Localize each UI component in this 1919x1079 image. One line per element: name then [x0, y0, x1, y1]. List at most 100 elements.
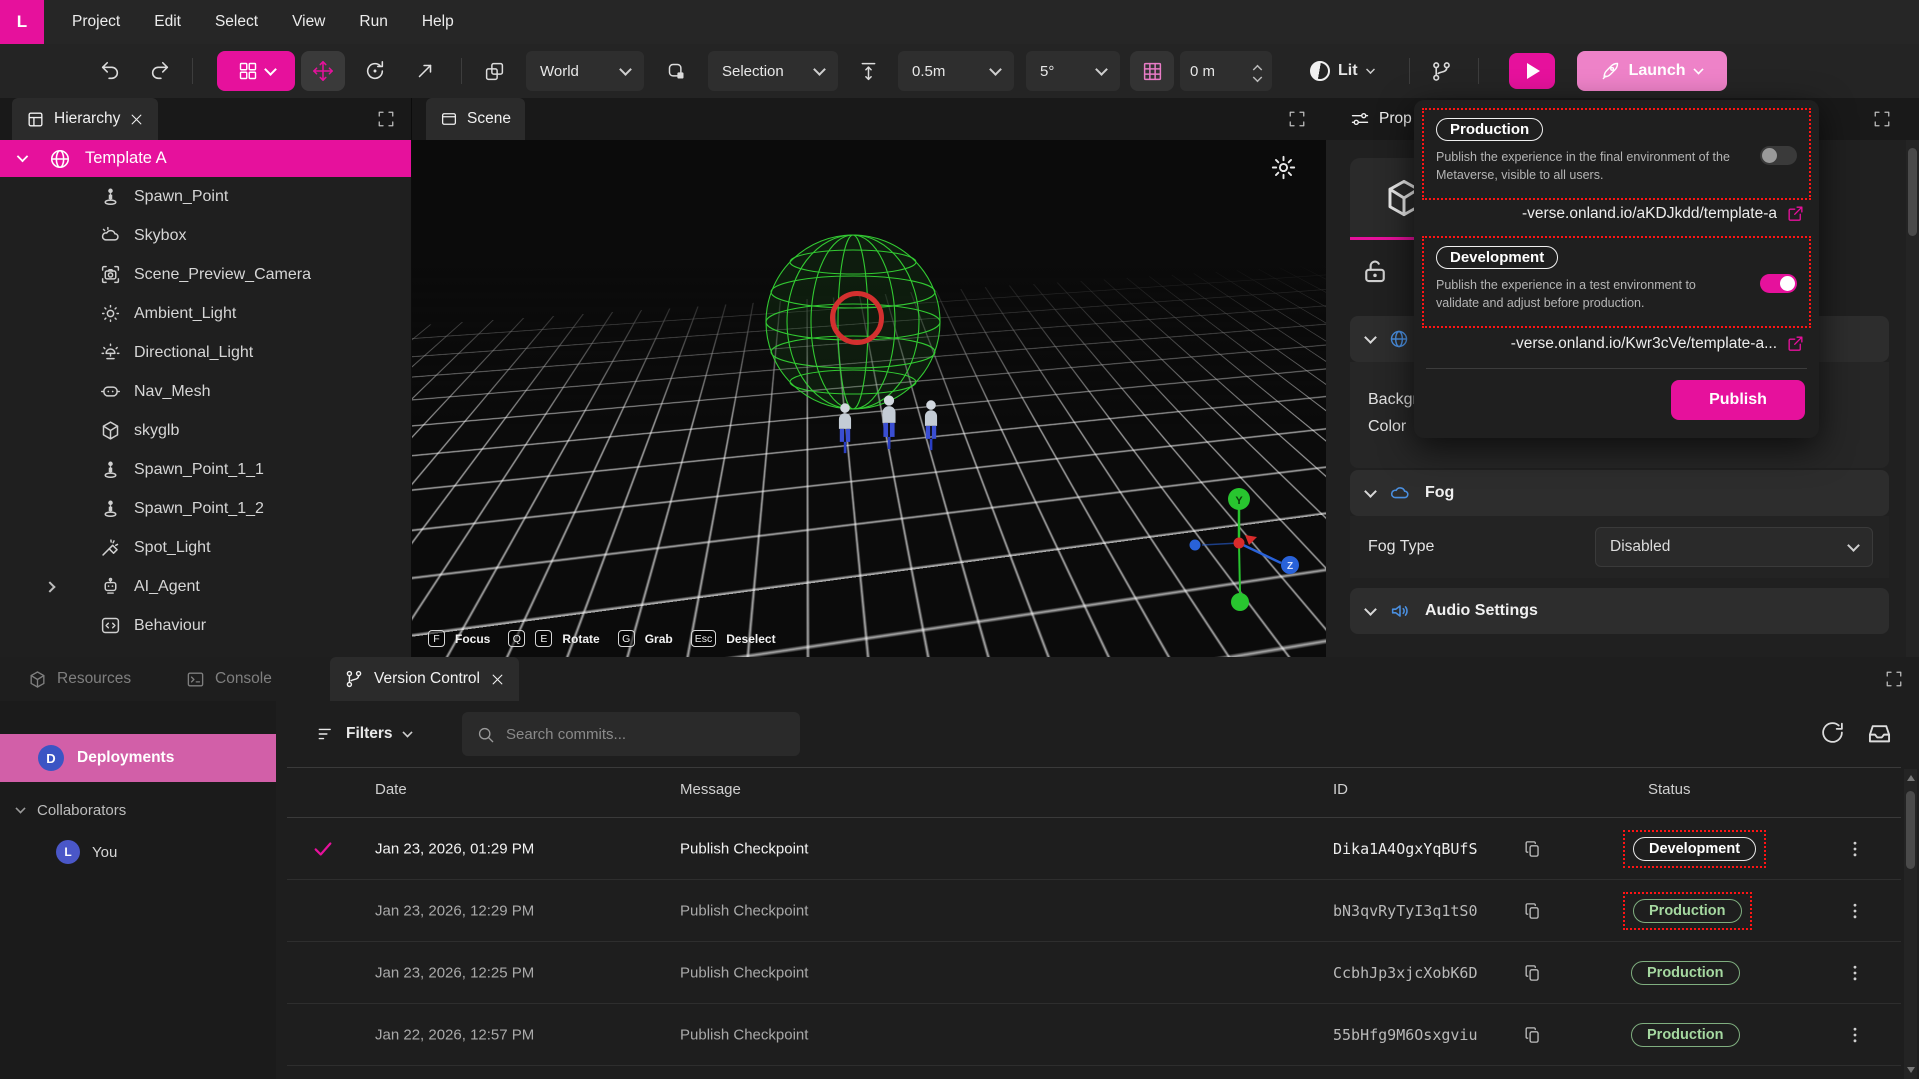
rotation-snap-dropdown[interactable]: 5°: [1026, 51, 1120, 91]
menubar: L Project Edit Select View Run Help: [0, 0, 1919, 44]
rotate-tool-button[interactable]: [353, 51, 397, 91]
sidebar-item-you[interactable]: L You: [0, 835, 276, 869]
external-link-icon[interactable]: [1786, 204, 1805, 223]
kebab-menu-icon[interactable]: [1845, 963, 1865, 983]
table-row[interactable]: Jan 23, 2026, 12:25 PM Publish Checkpoin…: [287, 942, 1901, 1004]
sidebar-item-collaborators[interactable]: Collaborators: [0, 793, 276, 827]
measure-button[interactable]: [850, 53, 886, 89]
copy-icon[interactable]: [1523, 963, 1542, 982]
hierarchy-item[interactable]: Ambient_Light: [0, 294, 411, 333]
hierarchy-item[interactable]: Directional_Light: [0, 333, 411, 372]
current-check-icon: [312, 838, 334, 860]
publish-button[interactable]: Publish: [1671, 380, 1805, 420]
menu-edit[interactable]: Edit: [154, 13, 181, 31]
menu-project[interactable]: Project: [72, 13, 120, 31]
shading-mode-dropdown[interactable]: Lit: [1310, 61, 1375, 81]
hierarchy-item[interactable]: Spawn_Point: [0, 177, 411, 216]
spot-light-icon: [100, 537, 121, 558]
properties-scrollbar[interactable]: [1906, 140, 1919, 657]
menu-select[interactable]: Select: [215, 13, 258, 31]
transform-gizmo[interactable]: Y Z: [1182, 485, 1312, 617]
kebab-menu-icon[interactable]: [1845, 839, 1865, 859]
hierarchy-item-root[interactable]: Template A: [0, 140, 411, 177]
table-row[interactable]: Jan 23, 2026, 01:29 PM Publish Checkpoin…: [287, 818, 1901, 880]
hierarchy-item[interactable]: Nav_Mesh: [0, 372, 411, 411]
hierarchy-item[interactable]: AI_Agent: [0, 567, 411, 606]
development-toggle[interactable]: [1760, 274, 1797, 293]
close-icon[interactable]: [490, 672, 505, 687]
scale-tool-button[interactable]: [403, 51, 447, 91]
tab-scene[interactable]: Scene: [426, 98, 525, 140]
avatar-figure[interactable]: [875, 392, 903, 452]
version-control-button[interactable]: [1424, 53, 1460, 89]
menu-view[interactable]: View: [292, 13, 325, 31]
key-g: G: [618, 630, 635, 647]
chevron-down-icon[interactable]: [17, 151, 28, 162]
deployment-settings-icon[interactable]: [1866, 720, 1893, 747]
copy-icon[interactable]: [1523, 839, 1542, 858]
fog-section-header[interactable]: Fog: [1350, 470, 1889, 516]
search-commits-box[interactable]: [462, 712, 800, 756]
tab-properties[interactable]: Prop: [1336, 98, 1426, 140]
menu-help[interactable]: Help: [422, 13, 454, 31]
table-row[interactable]: Jan 22, 2026, 12:57 PM Publish Checkpoin…: [287, 1004, 1901, 1066]
tab-version-control[interactable]: Version Control: [330, 657, 519, 701]
scene-canvas[interactable]: Y Z F Focus Q E Rotate G Grab Esc Desele…: [412, 140, 1326, 657]
grid-size-dropdown[interactable]: 0.5m: [898, 51, 1014, 91]
table-row[interactable]: Jan 23, 2026, 12:29 PM Publish Checkpoin…: [287, 880, 1901, 942]
stepper-arrows[interactable]: [1253, 61, 1262, 82]
cube-icon: [28, 670, 47, 689]
hierarchy-item[interactable]: skyglb: [0, 411, 411, 450]
selection-ring: [830, 291, 884, 345]
external-link-icon[interactable]: [1786, 334, 1805, 353]
menu-run[interactable]: Run: [359, 13, 387, 31]
move-tool-button[interactable]: [301, 51, 345, 91]
kebab-menu-icon[interactable]: [1845, 1025, 1865, 1045]
copy-icon[interactable]: [1523, 901, 1542, 920]
snap-toggle-button[interactable]: [658, 53, 694, 89]
space-dropdown[interactable]: World: [526, 51, 644, 91]
fog-type-dropdown[interactable]: Disabled: [1595, 527, 1873, 567]
audio-settings-header[interactable]: Audio Settings: [1350, 588, 1889, 634]
copy-icon[interactable]: [1523, 1025, 1542, 1044]
gear-icon[interactable]: [1270, 154, 1297, 181]
filters-button[interactable]: Filters: [316, 712, 412, 756]
chevron-down-icon: [1095, 63, 1108, 76]
lock-open-icon[interactable]: [1360, 256, 1390, 286]
hierarchy-item[interactable]: Spot_Light: [0, 528, 411, 567]
avatar-figure[interactable]: [918, 396, 944, 454]
avatar-figure[interactable]: [832, 400, 858, 456]
undo-button[interactable]: [92, 53, 128, 89]
transform-paste-button[interactable]: [476, 53, 512, 89]
hierarchy-item[interactable]: Skybox: [0, 216, 411, 255]
pivot-dropdown[interactable]: Selection: [708, 51, 838, 91]
expand-icon[interactable]: [1288, 110, 1306, 128]
hierarchy-item[interactable]: Spawn_Point_1_1: [0, 450, 411, 489]
kebab-menu-icon[interactable]: [1845, 901, 1865, 921]
col-date: Date: [375, 781, 407, 798]
expand-icon[interactable]: [377, 110, 395, 128]
production-toggle[interactable]: [1760, 146, 1797, 165]
sidebar-item-deployments[interactable]: D Deployments: [0, 734, 276, 782]
tab-resources[interactable]: Resources: [14, 657, 145, 701]
elevation-stepper[interactable]: 0 m: [1180, 51, 1272, 91]
tab-console[interactable]: Console: [172, 657, 286, 701]
chevron-right-icon[interactable]: [44, 581, 55, 592]
redo-button[interactable]: [142, 53, 178, 89]
hierarchy-icon: [26, 110, 45, 129]
asset-library-button[interactable]: [217, 51, 295, 91]
table-scrollbar[interactable]: [1904, 769, 1917, 1079]
play-button[interactable]: [1509, 53, 1555, 89]
grid-visibility-button[interactable]: [1130, 51, 1174, 91]
search-input[interactable]: [506, 726, 766, 743]
close-icon[interactable]: [129, 112, 144, 127]
refresh-icon[interactable]: [1820, 720, 1845, 745]
hierarchy-tabbar: Hierarchy: [0, 98, 411, 140]
expand-icon[interactable]: [1873, 110, 1891, 128]
hierarchy-item[interactable]: Scene_Preview_Camera: [0, 255, 411, 294]
hierarchy-item[interactable]: Spawn_Point_1_2: [0, 489, 411, 528]
hierarchy-item[interactable]: Behaviour: [0, 606, 411, 645]
tab-hierarchy[interactable]: Hierarchy: [12, 98, 158, 140]
expand-icon[interactable]: [1885, 670, 1903, 688]
launch-button[interactable]: Launch: [1577, 51, 1727, 91]
